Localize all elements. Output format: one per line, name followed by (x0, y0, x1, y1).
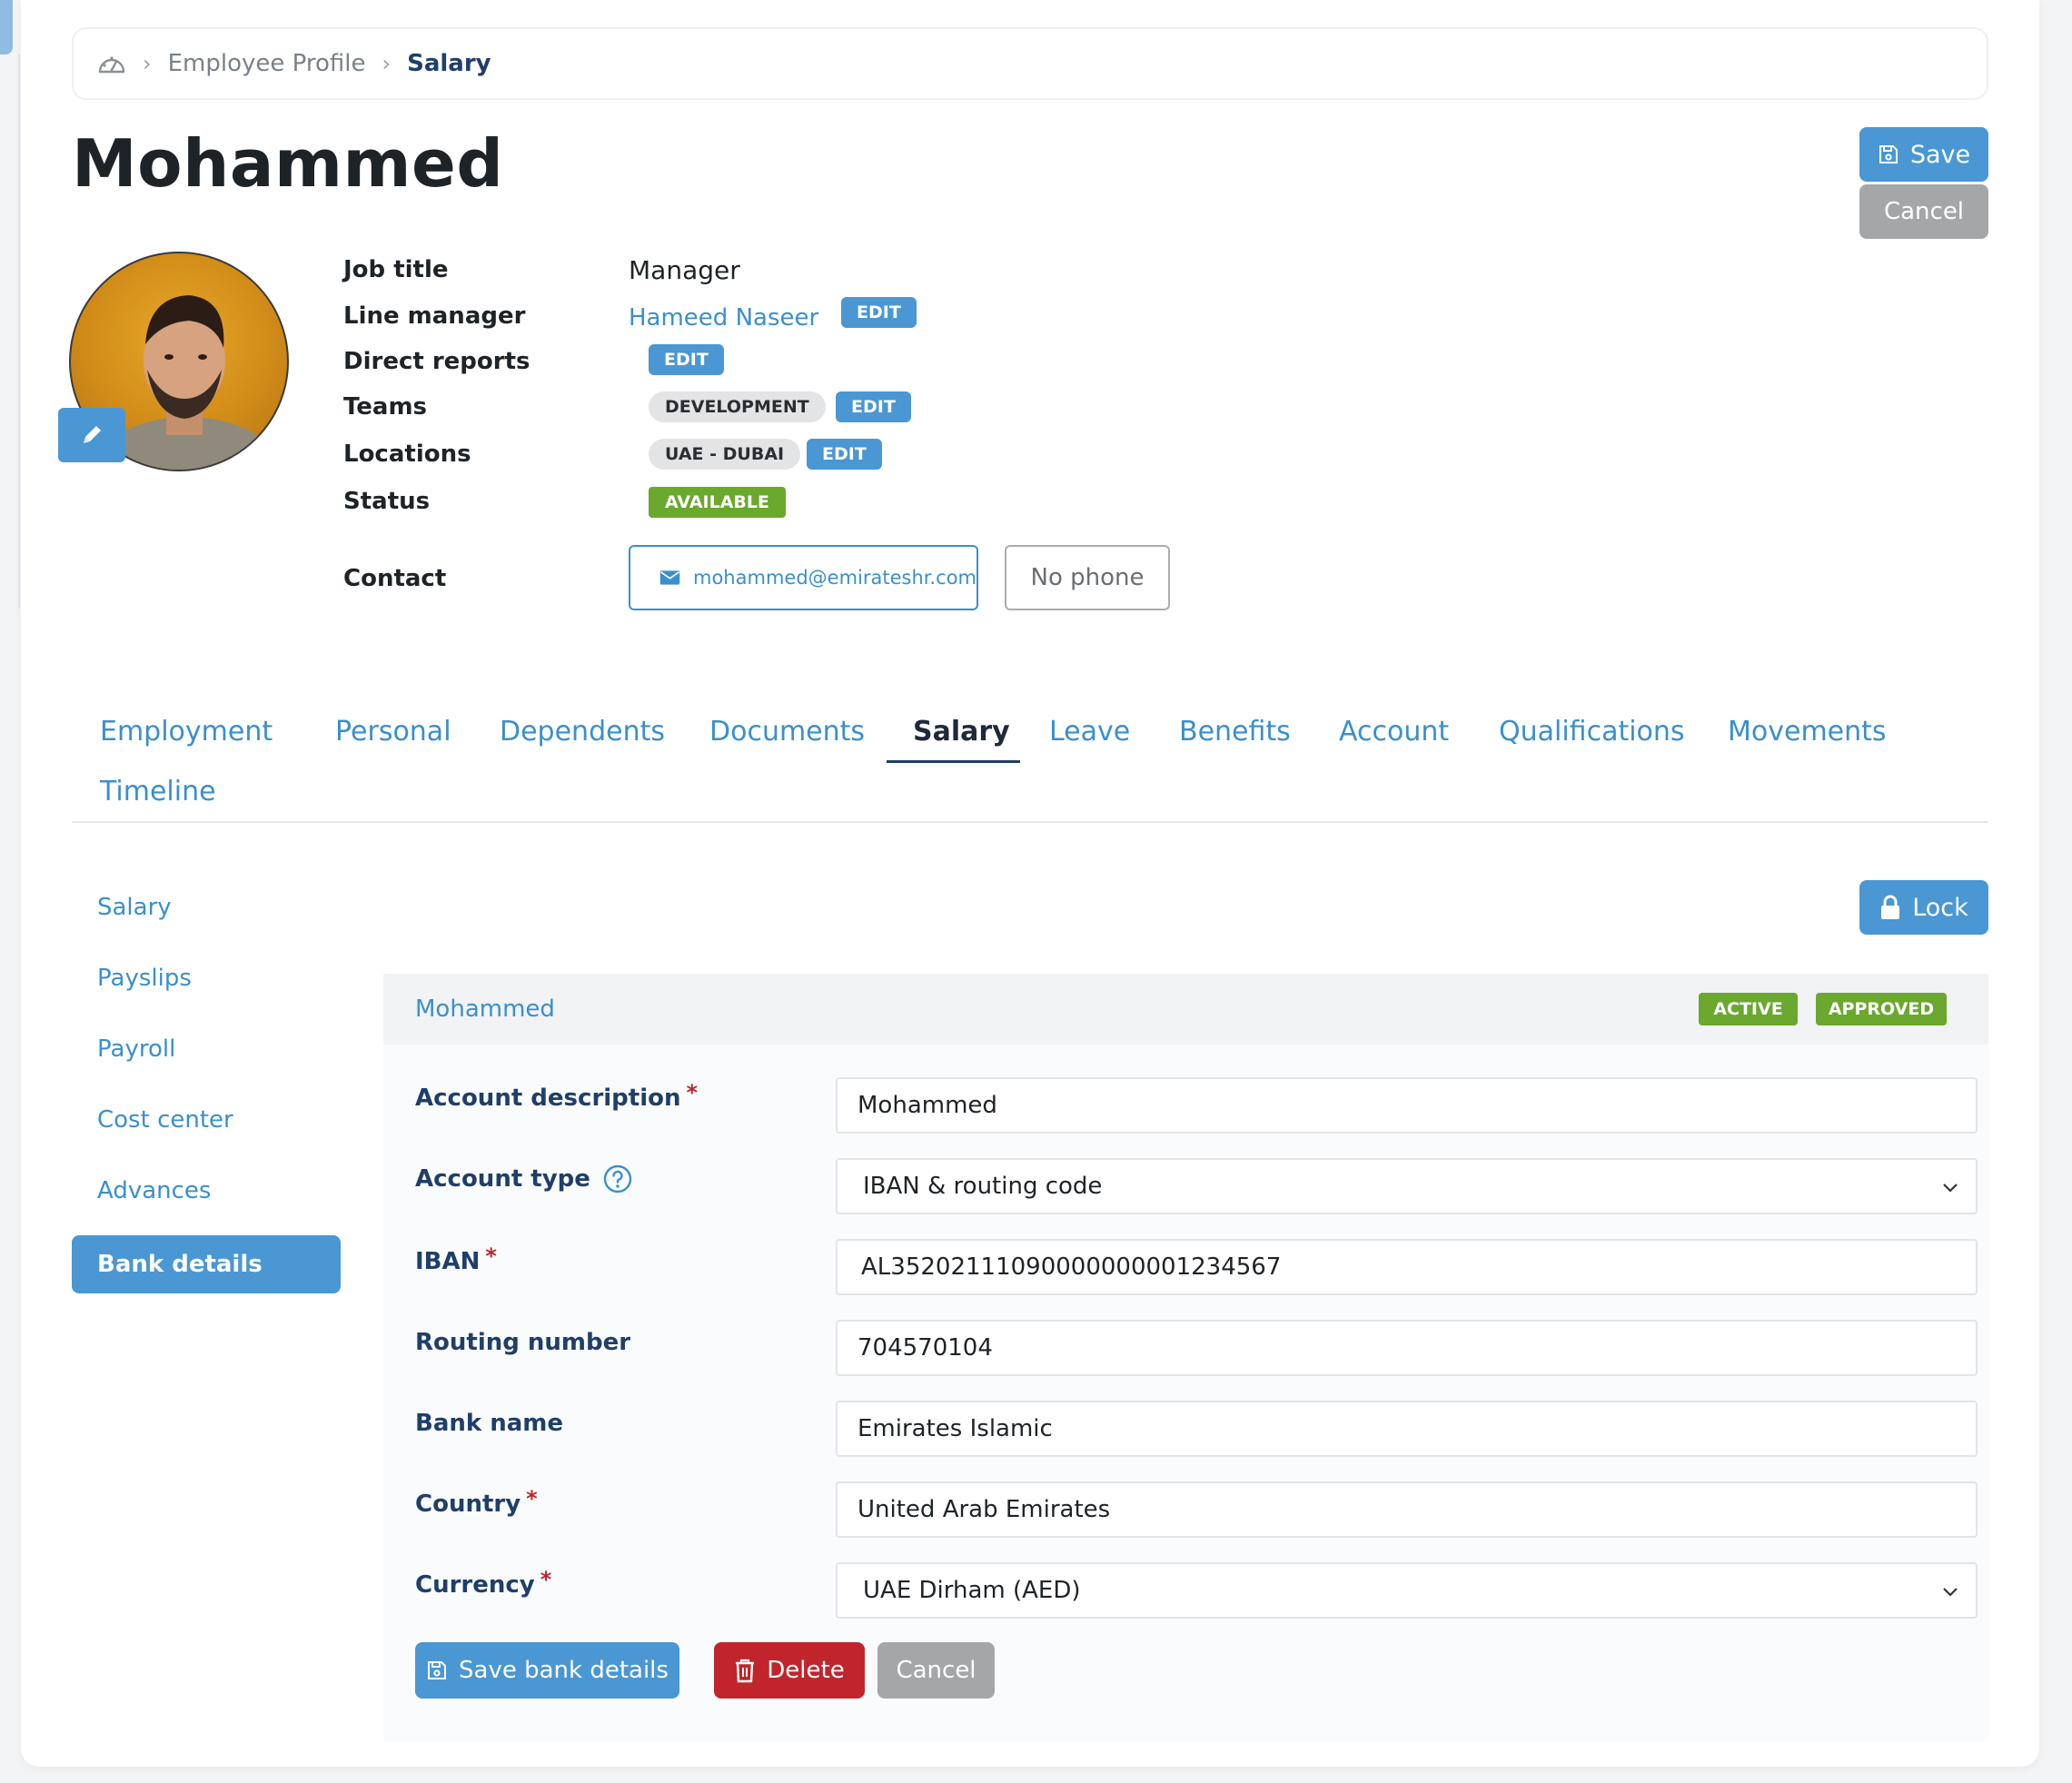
submenu-bank-details[interactable]: Bank details (72, 1235, 341, 1293)
profile-tabs: Employment Personal Dependents Documents… (72, 699, 1988, 823)
chevron-right-icon: › (143, 51, 152, 76)
side-edge-tab (0, 0, 13, 54)
tab-salary[interactable]: Salary (913, 716, 1010, 748)
envelope-icon (659, 570, 680, 585)
account-type-select[interactable]: IBAN & routing code (836, 1158, 1978, 1214)
submenu-advances[interactable]: Advances (97, 1177, 211, 1204)
dashboard-gauge-icon[interactable] (97, 52, 126, 75)
tab-account[interactable]: Account (1339, 716, 1449, 748)
submenu-payslips[interactable]: Payslips (97, 965, 192, 992)
contact-label: Contact (343, 565, 447, 592)
save-bank-details-button[interactable]: Save bank details (415, 1642, 679, 1699)
account-type-value: IBAN & routing code (863, 1173, 1103, 1200)
save-icon (428, 1661, 447, 1679)
panel-title: Mohammed (415, 996, 555, 1023)
breadcrumb-salary: Salary (407, 50, 491, 77)
direct-reports-label: Direct reports (343, 348, 530, 375)
tab-leave[interactable]: Leave (1049, 716, 1130, 748)
tab-documents[interactable]: Documents (709, 716, 865, 748)
active-badge: ACTIVE (1699, 993, 1798, 1025)
breadcrumb: › Employee Profile › Salary (72, 27, 1988, 100)
lock-icon (1881, 895, 1900, 919)
edit-direct-reports-button[interactable]: EDIT (649, 344, 724, 375)
submenu-salary[interactable]: Salary (97, 894, 172, 921)
save-icon (1879, 145, 1898, 163)
account-description-field[interactable]: Mohammed (836, 1077, 1978, 1134)
delete-button-label: Delete (767, 1657, 845, 1684)
cancel-button-label: Cancel (1883, 198, 1965, 225)
submenu-payroll[interactable]: Payroll (97, 1035, 175, 1063)
chevron-right-icon: › (382, 51, 392, 76)
approved-badge: APPROVED (1816, 993, 1947, 1025)
cancel-bank-details-label: Cancel (896, 1657, 977, 1684)
panel-header: Mohammed ACTIVE APPROVED (383, 974, 1988, 1045)
chevron-down-icon (1943, 1588, 1958, 1597)
lock-button[interactable]: Lock (1859, 880, 1988, 935)
lock-button-label: Lock (1912, 893, 1968, 922)
team-tag: DEVELOPMENT (649, 391, 826, 422)
edit-avatar-button[interactable] (58, 408, 125, 462)
save-button-label: Save (1909, 140, 1971, 169)
chevron-down-icon (1943, 1184, 1958, 1193)
bank-name-field[interactable]: Emirates Islamic (836, 1401, 1978, 1457)
tab-timeline[interactable]: Timeline (100, 776, 216, 807)
tab-benefits[interactable]: Benefits (1179, 716, 1291, 748)
save-button[interactable]: Save (1859, 127, 1988, 182)
tab-personal[interactable]: Personal (335, 716, 451, 748)
email-button[interactable]: mohammed@emirateshr.com (629, 545, 978, 610)
currency-label: Currency * (415, 1567, 552, 1599)
edit-line-manager-button[interactable]: EDIT (841, 297, 917, 328)
save-bank-details-label: Save bank details (459, 1657, 669, 1684)
tab-dependents[interactable]: Dependents (500, 716, 665, 748)
currency-select[interactable]: UAE Dirham (AED) (836, 1562, 1978, 1619)
pencil-icon (84, 426, 101, 443)
iban-field[interactable]: AL35202111090000000001234567 (836, 1239, 1978, 1295)
trash-icon (736, 1659, 755, 1683)
phone-text: No phone (1030, 564, 1145, 591)
currency-value: UAE Dirham (AED) (863, 1577, 1081, 1604)
location-tag: UAE - DUBAI (649, 439, 801, 470)
edit-locations-button[interactable]: EDIT (807, 439, 882, 470)
status-label: Status (343, 488, 431, 515)
submenu-bank-details-label: Bank details (97, 1251, 263, 1278)
routing-number-label: Routing number (415, 1329, 631, 1356)
email-text: mohammed@emirateshr.com (693, 567, 977, 589)
line-manager-link[interactable]: Hameed Naseer (629, 304, 818, 332)
page-title: Mohammed (72, 125, 504, 202)
teams-label: Teams (343, 393, 428, 421)
country-label: Country * (415, 1486, 538, 1518)
edit-teams-button[interactable]: EDIT (836, 391, 911, 422)
bank-details-panel: Mohammed ACTIVE APPROVED Account descrip… (383, 974, 1988, 1741)
breadcrumb-employee-profile[interactable]: Employee Profile (168, 50, 366, 77)
account-description-label: Account description * (415, 1080, 699, 1112)
locations-label: Locations (343, 441, 471, 468)
help-circle-icon[interactable] (603, 1164, 632, 1194)
line-manager-label: Line manager (343, 302, 526, 330)
routing-number-field[interactable]: 704570104 (836, 1320, 1978, 1376)
cancel-button[interactable]: Cancel (1859, 184, 1988, 239)
cancel-bank-details-button[interactable]: Cancel (877, 1642, 995, 1699)
side-edge-divider (18, 54, 20, 609)
bank-name-label: Bank name (415, 1410, 563, 1437)
tab-employment[interactable]: Employment (100, 716, 273, 748)
iban-label: IBAN * (415, 1243, 497, 1275)
profile-card: › Employee Profile › Salary Mohammed Sav… (21, 0, 2039, 1767)
status-badge: AVAILABLE (649, 487, 786, 518)
tab-qualifications[interactable]: Qualifications (1499, 716, 1685, 748)
delete-button[interactable]: Delete (714, 1642, 865, 1699)
country-field[interactable]: United Arab Emirates (836, 1481, 1978, 1538)
phone-button[interactable]: No phone (1005, 545, 1170, 610)
job-title-label: Job title (343, 256, 449, 283)
active-tab-indicator (887, 760, 1020, 763)
account-type-label: Account type (415, 1164, 632, 1194)
tab-movements[interactable]: Movements (1728, 716, 1887, 748)
job-title-value: Manager (629, 255, 740, 285)
submenu-cost-center[interactable]: Cost center (97, 1106, 233, 1134)
